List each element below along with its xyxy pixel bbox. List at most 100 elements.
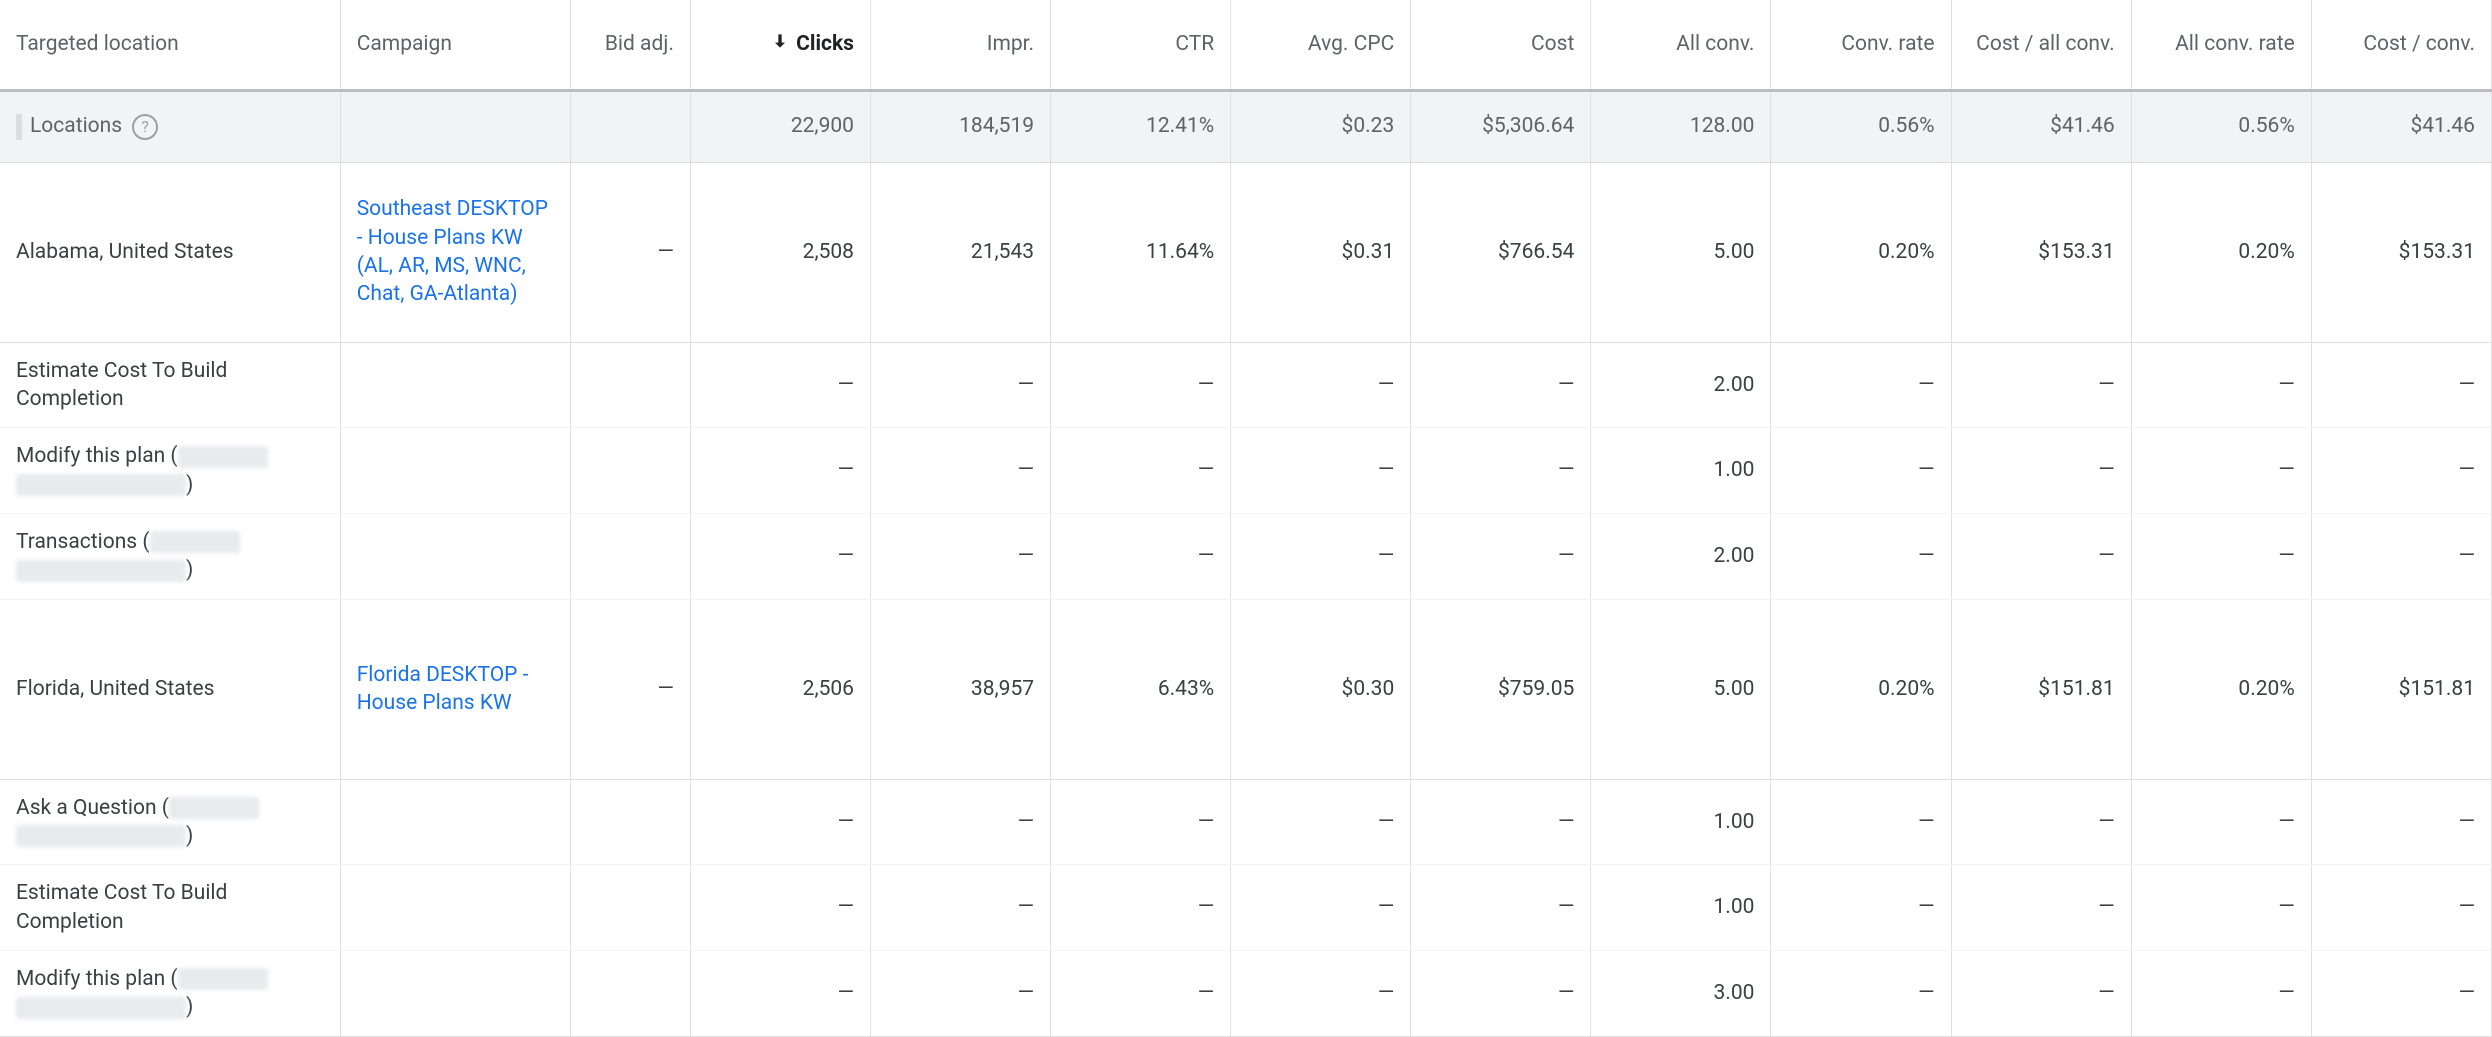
col-impr[interactable]: Impr.: [870, 0, 1050, 90]
sub-cost-all-conv: —: [1951, 779, 2131, 865]
sub-cost-per-conv: —: [2311, 342, 2491, 428]
campaign-link[interactable]: Southeast DESKTOP - House Plans KW (AL, …: [357, 197, 548, 306]
summary-label-text: Locations: [30, 114, 122, 138]
sub-avg-cpc: —: [1231, 779, 1411, 865]
sub-all-conv-rate: —: [2131, 865, 2311, 951]
help-icon[interactable]: ?: [132, 114, 158, 140]
cell-clicks: 2,508: [690, 162, 870, 342]
col-clicks[interactable]: Clicks: [690, 0, 870, 90]
sub-ctr: —: [1051, 513, 1231, 599]
campaign-link[interactable]: Florida DESKTOP - House Plans KW: [357, 663, 529, 715]
cell-all-conv: 5.00: [1591, 599, 1771, 779]
table-row[interactable]: Alabama, United StatesSoutheast DESKTOP …: [0, 162, 2492, 342]
summary-cost-all-conv: $41.46: [1951, 90, 2131, 162]
sub-row: Estimate Cost To Build Completion—————1.…: [0, 865, 2492, 951]
summary-row: Locations?22,900184,51912.41%$0.23$5,306…: [0, 90, 2492, 162]
sub-bid-adj: [570, 865, 690, 951]
sub-ctr: —: [1051, 342, 1231, 428]
sub-all-conv: 3.00: [1591, 950, 1771, 1036]
cell-conv-rate: 0.20%: [1771, 599, 1951, 779]
cell-bid-adj: —: [570, 599, 690, 779]
col-campaign[interactable]: Campaign: [340, 0, 570, 90]
sub-label: Ask a Question (): [0, 779, 340, 865]
sub-impr: —: [870, 865, 1050, 951]
sub-campaign: [340, 342, 570, 428]
redacted-text: [16, 474, 186, 496]
sub-all-conv: 2.00: [1591, 513, 1771, 599]
redacted-text: [178, 968, 268, 990]
sub-campaign: [340, 513, 570, 599]
sub-campaign: [340, 428, 570, 514]
cell-cost-all-conv: $153.31: [1951, 162, 2131, 342]
cell-conv-rate: 0.20%: [1771, 162, 1951, 342]
row-expand-indicator: [16, 114, 22, 140]
col-cost-per-conv[interactable]: Cost / conv.: [2311, 0, 2491, 90]
summary-all-conv-rate: 0.56%: [2131, 90, 2311, 162]
cell-all-conv-rate: 0.20%: [2131, 162, 2311, 342]
sub-conv-rate: —: [1771, 342, 1951, 428]
cell-all-conv-rate: 0.20%: [2131, 599, 2311, 779]
cell-location: Alabama, United States: [0, 162, 340, 342]
sub-row: Modify this plan ()—————1.00————: [0, 428, 2492, 514]
sub-row: Modify this plan ()—————3.00————: [0, 950, 2492, 1036]
sub-label: Modify this plan (): [0, 950, 340, 1036]
sub-campaign: [340, 779, 570, 865]
col-cost-all-conv[interactable]: Cost / all conv.: [1951, 0, 2131, 90]
sub-row: Estimate Cost To Build Completion—————2.…: [0, 342, 2492, 428]
col-avg-cpc[interactable]: Avg. CPC: [1231, 0, 1411, 90]
sub-label-text: Estimate Cost To Build Completion: [16, 881, 227, 933]
sub-label: Estimate Cost To Build Completion: [0, 342, 340, 428]
sub-bid-adj: [570, 342, 690, 428]
sub-row: Transactions ()—————2.00————: [0, 513, 2492, 599]
sub-cost-all-conv: —: [1951, 428, 2131, 514]
col-cost[interactable]: Cost: [1411, 0, 1591, 90]
sub-impr: —: [870, 342, 1050, 428]
cell-avg-cpc: $0.31: [1231, 162, 1411, 342]
close-paren: ): [186, 824, 193, 848]
summary-conv-rate: 0.56%: [1771, 90, 1951, 162]
col-all-conv-rate[interactable]: All conv. rate: [2131, 0, 2311, 90]
locations-table: Targeted location Campaign Bid adj. Clic…: [0, 0, 2492, 1037]
summary-bid-adj: [570, 90, 690, 162]
sub-clicks: —: [690, 950, 870, 1036]
col-ctr[interactable]: CTR: [1051, 0, 1231, 90]
sub-ctr: —: [1051, 779, 1231, 865]
sub-cost: —: [1411, 950, 1591, 1036]
sub-cost-all-conv: —: [1951, 865, 2131, 951]
sub-impr: —: [870, 513, 1050, 599]
col-all-conv[interactable]: All conv.: [1591, 0, 1771, 90]
sub-conv-rate: —: [1771, 428, 1951, 514]
col-targeted-location[interactable]: Targeted location: [0, 0, 340, 90]
cell-cost-per-conv: $151.81: [2311, 599, 2491, 779]
sub-bid-adj: [570, 428, 690, 514]
col-clicks-label: Clicks: [796, 32, 854, 56]
sub-ctr: —: [1051, 865, 1231, 951]
redacted-text: [169, 797, 259, 819]
sub-avg-cpc: —: [1231, 950, 1411, 1036]
cell-cost-per-conv: $153.31: [2311, 162, 2491, 342]
summary-cost: $5,306.64: [1411, 90, 1591, 162]
sub-label: Transactions (): [0, 513, 340, 599]
sub-cost: —: [1411, 865, 1591, 951]
summary-campaign: [340, 90, 570, 162]
sub-ctr: —: [1051, 950, 1231, 1036]
sub-clicks: —: [690, 428, 870, 514]
sub-all-conv-rate: —: [2131, 428, 2311, 514]
col-bid-adj[interactable]: Bid adj.: [570, 0, 690, 90]
cell-cost-all-conv: $151.81: [1951, 599, 2131, 779]
redacted-text: [16, 997, 186, 1019]
table-row[interactable]: Florida, United StatesFlorida DESKTOP - …: [0, 599, 2492, 779]
summary-label: Locations?: [0, 90, 340, 162]
sub-bid-adj: [570, 950, 690, 1036]
sub-impr: —: [870, 428, 1050, 514]
sub-cost-per-conv: —: [2311, 779, 2491, 865]
sub-label-text: Modify this plan (: [16, 444, 178, 468]
sub-avg-cpc: —: [1231, 428, 1411, 514]
sub-bid-adj: [570, 513, 690, 599]
summary-ctr: 12.41%: [1051, 90, 1231, 162]
cell-impr: 38,957: [870, 599, 1050, 779]
col-conv-rate[interactable]: Conv. rate: [1771, 0, 1951, 90]
sub-ctr: —: [1051, 428, 1231, 514]
sub-campaign: [340, 950, 570, 1036]
sub-all-conv: 1.00: [1591, 428, 1771, 514]
